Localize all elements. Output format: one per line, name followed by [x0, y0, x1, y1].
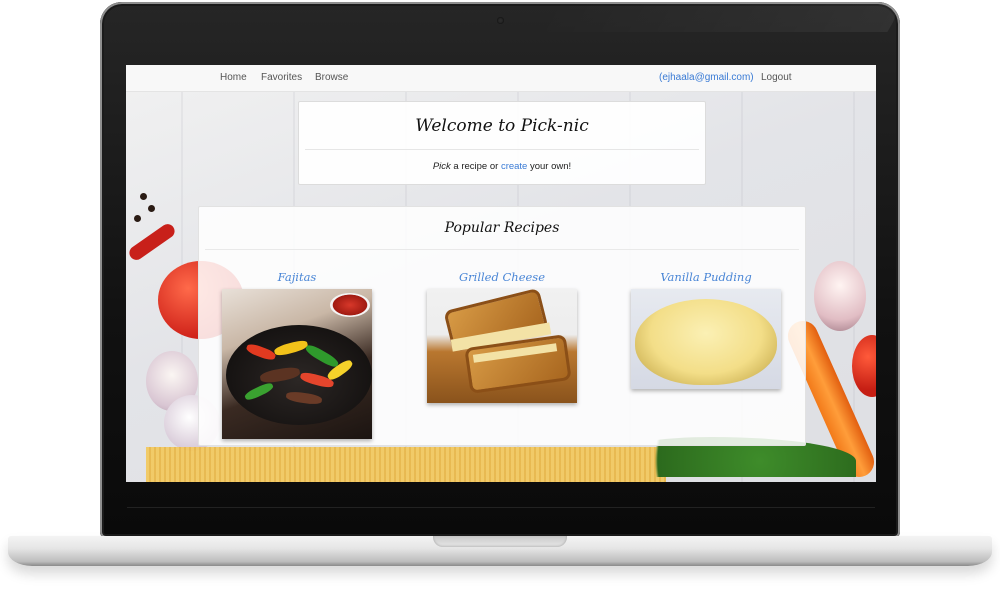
garlic-decoration: [814, 261, 866, 331]
navbar: Home Favorites Browse (ejhaala@gmail.com…: [126, 65, 876, 92]
logout-link[interactable]: Logout: [761, 72, 792, 83]
skillet-shape: [226, 325, 372, 425]
divider: [305, 149, 699, 150]
welcome-subtitle: Pick a recipe or create your own!: [299, 161, 705, 172]
popular-recipes-title: Popular Recipes: [444, 220, 560, 236]
bezel-line: [127, 507, 875, 508]
steak-strip: [285, 390, 323, 406]
pudding-bowl: [635, 299, 777, 385]
nav-home-link[interactable]: Home: [220, 72, 247, 83]
create-recipe-link[interactable]: create: [501, 161, 527, 172]
popular-recipes-card: Popular Recipes Fajitas Grilled Cheese V…: [198, 206, 806, 446]
recipe-title-link[interactable]: Fajitas: [217, 270, 377, 284]
subtitle-text: your own!: [527, 161, 572, 172]
chili-pepper-decoration: [126, 221, 178, 263]
pepper-strip: [243, 381, 275, 402]
welcome-card: Welcome to Pick-nic Pick a recipe or cre…: [298, 101, 706, 185]
pick-text: Pick: [432, 161, 451, 172]
subtitle-text: a recipe or: [450, 161, 501, 172]
laptop-notch: [433, 536, 567, 547]
screen: Home Favorites Browse (ejhaala@gmail.com…: [126, 65, 876, 482]
webcam-icon: [497, 17, 504, 24]
salsa-bowl: [330, 293, 370, 317]
fajitas-image[interactable]: [222, 289, 372, 439]
welcome-title: Welcome to Pick-nic: [415, 116, 589, 136]
grilled-cheese-image[interactable]: [427, 289, 577, 403]
peppercorn-decoration: [148, 205, 155, 212]
pepper-strip: [303, 342, 341, 370]
recipe-title-link[interactable]: Grilled Cheese: [422, 270, 582, 284]
tomato-decoration: [852, 335, 876, 397]
user-email-link[interactable]: (ejhaala@gmail.com): [659, 72, 754, 83]
peppercorn-decoration: [134, 215, 141, 222]
recipe-title-link[interactable]: Vanilla Pudding: [626, 270, 786, 284]
pepper-strip: [245, 342, 277, 362]
lid-glare: [531, 2, 905, 32]
peppercorn-decoration: [140, 193, 147, 200]
pepper-strip: [273, 338, 309, 358]
vanilla-pudding-image[interactable]: [631, 289, 781, 389]
divider: [205, 249, 799, 250]
steak-strip: [259, 365, 301, 385]
nav-favorites-link[interactable]: Favorites: [261, 72, 302, 83]
nav-browse-link[interactable]: Browse: [315, 72, 348, 83]
pasta-decoration: [146, 447, 666, 482]
